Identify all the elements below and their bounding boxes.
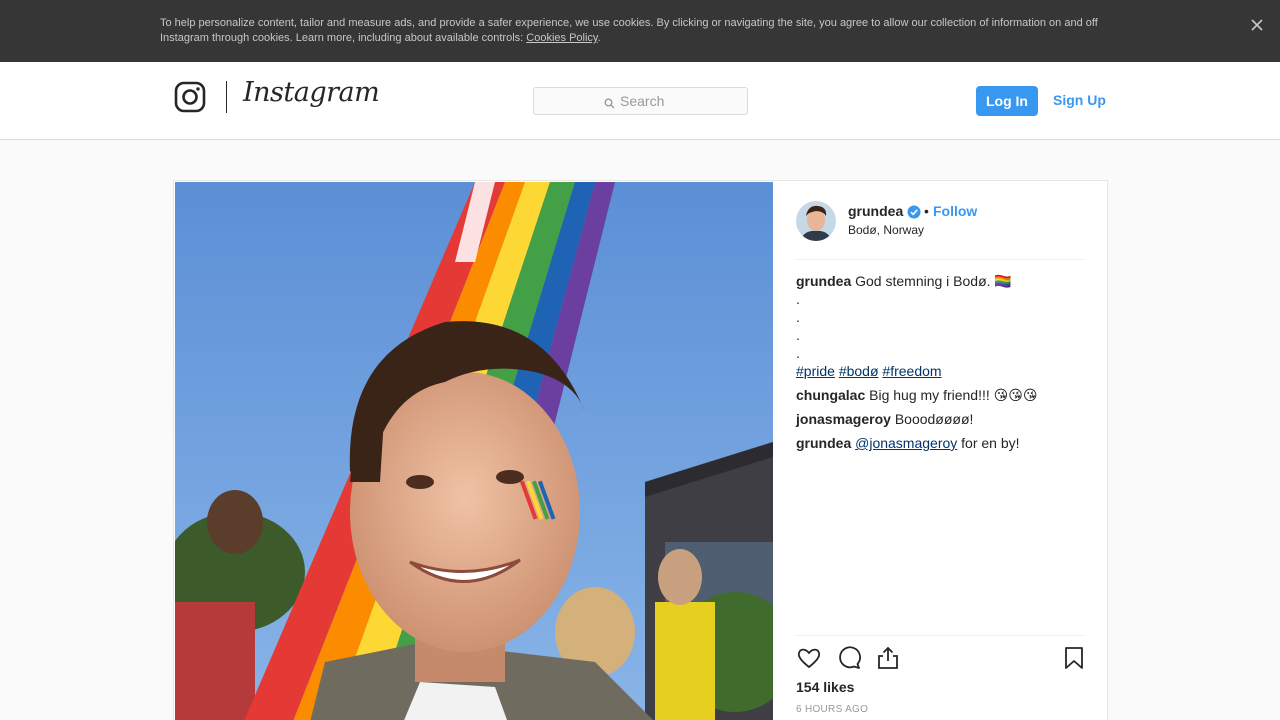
hashtag-link[interactable]: #bodø — [839, 363, 879, 379]
comment-username[interactable]: grundea — [796, 435, 851, 451]
post-sidebar: grundea • Follow Bodø, Norway grundea Go… — [796, 181, 1084, 720]
avatar[interactable] — [796, 201, 836, 241]
verified-badge-icon — [907, 205, 921, 219]
comment-text: Booodøøøø! — [894, 411, 974, 427]
caption-dot: . — [796, 309, 800, 325]
comment-text: Big hug my friend!!! 😘😘😘 — [869, 387, 1038, 403]
comments-list: grundea God stemning i Bodø. 🏳️‍🌈 . . . … — [796, 272, 1084, 452]
comment-item: chungalac Big hug my friend!!! 😘😘😘 — [796, 386, 1084, 404]
search-icon — [604, 96, 615, 109]
logo-divider — [226, 81, 227, 113]
close-icon[interactable] — [1248, 16, 1266, 34]
bookmark-icon[interactable] — [1061, 645, 1087, 671]
likes-count[interactable]: 154 likes — [796, 679, 854, 695]
follow-button[interactable]: Follow — [933, 203, 977, 219]
instagram-camera-icon[interactable] — [174, 81, 206, 113]
caption-username[interactable]: grundea — [796, 273, 851, 289]
comment-bubble-icon[interactable] — [836, 645, 862, 671]
signup-link[interactable]: Sign Up — [1053, 92, 1106, 108]
search-box[interactable] — [533, 87, 748, 115]
comment-username[interactable]: chungalac — [796, 387, 865, 403]
divider — [796, 635, 1084, 636]
comment-item: jonasmageroy Booodøøøø! — [796, 410, 1084, 428]
post-photo[interactable] — [175, 182, 773, 720]
caption-dot: . — [796, 345, 800, 361]
cookie-text: To help personalize content, tailor and … — [160, 17, 1098, 44]
instagram-wordmark[interactable]: Instagram — [243, 77, 380, 108]
caption-dot: . — [796, 327, 800, 343]
hashtag-link[interactable]: #pride — [796, 363, 835, 379]
post-card: grundea • Follow Bodø, Norway grundea Go… — [173, 180, 1108, 720]
caption-text: God stemning i Bodø. 🏳️‍🌈 — [855, 273, 1012, 289]
search-input[interactable] — [620, 91, 740, 111]
cookie-banner: To help personalize content, tailor and … — [0, 0, 1280, 62]
separator-dot: • — [924, 203, 929, 219]
comment-text: for en by! — [957, 435, 1020, 451]
cookies-policy-link[interactable]: Cookies Policy — [526, 32, 597, 44]
cookie-message: To help personalize content, tailor and … — [160, 16, 1120, 46]
share-icon[interactable] — [875, 645, 901, 671]
post-location[interactable]: Bodø, Norway — [848, 223, 924, 237]
cookie-text-suffix: . — [597, 32, 601, 44]
caption: grundea God stemning i Bodø. 🏳️‍🌈 . . . … — [796, 272, 1084, 380]
comment-item: grundea @jonasmageroy for en by! — [796, 434, 1084, 452]
mention-link[interactable]: @jonasmageroy — [855, 435, 957, 451]
caption-dot: . — [796, 291, 800, 307]
post-timestamp[interactable]: 6 HOURS AGO — [796, 704, 868, 715]
top-nav: Instagram Log In Sign Up — [0, 62, 1280, 140]
post-author-username[interactable]: grundea — [848, 203, 903, 219]
divider — [796, 259, 1084, 260]
comment-username[interactable]: jonasmageroy — [796, 411, 891, 427]
login-button[interactable]: Log In — [976, 86, 1038, 116]
heart-icon[interactable] — [796, 645, 822, 671]
hashtag-link[interactable]: #freedom — [882, 363, 941, 379]
